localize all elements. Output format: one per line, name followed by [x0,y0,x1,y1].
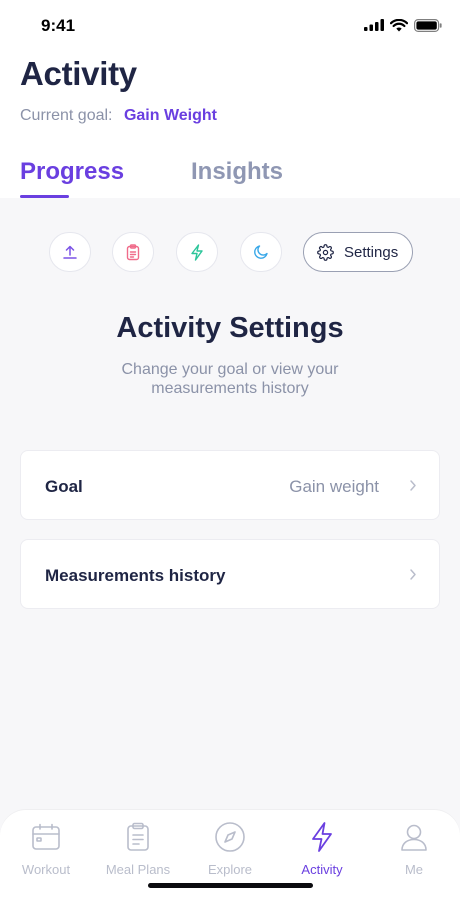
current-goal: Current goal: Gain Weight [20,107,217,125]
moon-icon [254,245,268,259]
compass-icon [215,822,245,852]
home-indicator [148,883,313,888]
tabbar-label-meal-plans: Meal Plans [105,862,171,877]
status-bar: 9:41 [0,0,460,48]
settings-filter-button[interactable]: Settings [303,232,413,272]
notes-filter-button[interactable] [112,232,154,272]
tabbar-item-activity[interactable]: Activity [276,820,368,877]
wifi-icon [390,18,408,31]
upload-filter-button[interactable] [49,232,91,272]
tab-insights[interactable]: Insights [191,158,283,186]
header-area: 9:41 Activity Current goal: Gain Weight [0,0,460,198]
settings-filter-label: Settings [344,243,399,261]
clipboard-icon [127,822,149,851]
goal-row-value: Gain weight [289,477,379,496]
chevron-right-icon [410,480,416,491]
page-title: Activity [20,55,137,92]
section-title: Activity Settings [116,312,344,344]
status-time: 9:41 [41,16,76,35]
tab-progress[interactable]: Progress [20,158,124,186]
tabbar-item-meal-plans[interactable]: Meal Plans [92,820,184,877]
user-icon [401,824,427,851]
battery-icon [414,18,442,32]
section-subtitle: Change your goal or view your measuremen… [121,361,339,397]
tabbar-item-workout[interactable]: Workout [0,820,92,877]
calendar-icon [32,823,60,850]
bolt-icon [312,822,332,852]
sleep-filter-button[interactable] [240,232,282,272]
goal-row[interactable]: Goal Gain weight [20,450,440,520]
upload-icon [63,245,77,259]
tabbar-label-activity: Activity [301,862,343,877]
gear-icon [317,243,334,261]
bolt-icon [191,243,203,261]
tabbar-item-me[interactable]: Me [368,820,460,877]
current-goal-label: Current goal: [20,107,113,124]
tabbar-label-explore: Explore [207,862,253,877]
tabbar-label-workout: Workout [21,862,71,877]
signal-icon [364,19,384,31]
goal-row-label: Goal [45,477,83,496]
tabbar-item-explore[interactable]: Explore [184,820,276,877]
status-icons [364,17,442,33]
active-tab-indicator [20,195,69,198]
energy-filter-button[interactable] [176,232,218,272]
chevron-right-icon [410,569,416,580]
clipboard-icon [126,243,140,260]
measurements-history-label: Measurements history [45,566,226,585]
measurements-history-row[interactable]: Measurements history [20,539,440,609]
tabbar-label-me: Me [404,862,424,877]
current-goal-value: Gain Weight [123,107,217,124]
